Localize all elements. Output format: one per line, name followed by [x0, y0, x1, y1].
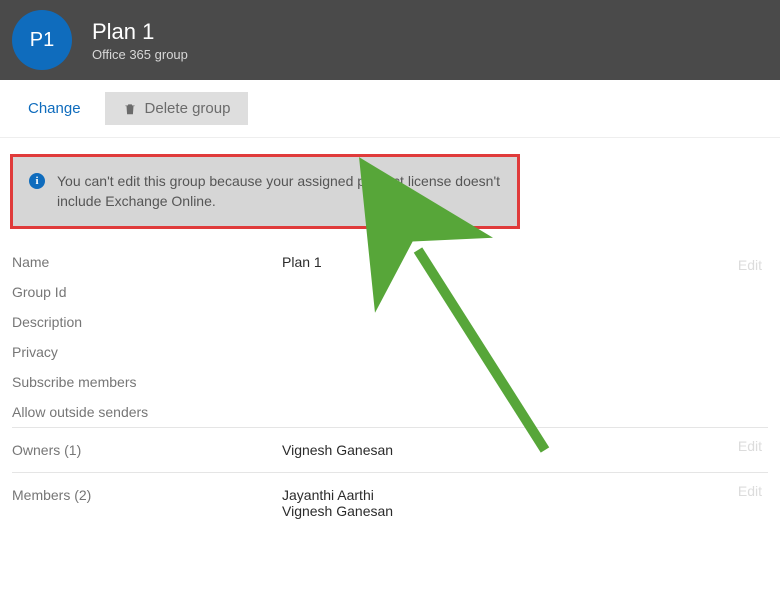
fields: Name Plan 1 Edit Group Id Description Pr… [10, 247, 770, 533]
field-label-name: Name [12, 254, 282, 270]
toolbar: Change Delete group [0, 80, 780, 138]
change-link[interactable]: Change [28, 100, 81, 117]
field-label-members: Members (2) [12, 487, 282, 503]
page-title: Plan 1 [92, 19, 188, 45]
member-2: Vignesh Ganesan [282, 503, 393, 519]
info-icon: i [29, 173, 45, 189]
group-avatar: P1 [12, 10, 72, 70]
field-owners: Owners (1) Vignesh Ganesan Edit [12, 427, 768, 472]
edit-link-owners[interactable]: Edit [738, 438, 762, 454]
trash-icon [123, 102, 137, 116]
edit-link-name[interactable]: Edit [738, 257, 762, 273]
edit-link-members[interactable]: Edit [738, 483, 762, 499]
field-subscribe: Subscribe members [12, 367, 768, 397]
field-name: Name Plan 1 Edit [12, 247, 768, 277]
field-label-owners: Owners (1) [12, 442, 282, 458]
avatar-initials: P1 [30, 29, 54, 52]
field-description: Description [12, 307, 768, 337]
info-alert: i You can't edit this group because your… [10, 154, 520, 229]
header: P1 Plan 1 Office 365 group [0, 0, 780, 80]
field-label-privacy: Privacy [12, 344, 282, 360]
member-1: Jayanthi Aarthi [282, 487, 393, 503]
field-outside: Allow outside senders [12, 397, 768, 427]
alert-message: You can't edit this group because your a… [57, 171, 501, 212]
field-label-group-id: Group Id [12, 284, 282, 300]
field-privacy: Privacy [12, 337, 768, 367]
field-label-outside: Allow outside senders [12, 404, 282, 420]
field-value-owners: Vignesh Ganesan [282, 442, 393, 458]
page-subtitle: Office 365 group [92, 47, 188, 62]
header-titles: Plan 1 Office 365 group [92, 19, 188, 62]
field-value-members: Jayanthi Aarthi Vignesh Ganesan [282, 487, 393, 519]
field-group-id: Group Id [12, 277, 768, 307]
field-value-name: Plan 1 [282, 254, 322, 270]
field-members: Members (2) Jayanthi Aarthi Vignesh Gane… [12, 472, 768, 533]
content: i You can't edit this group because your… [0, 138, 780, 533]
field-label-description: Description [12, 314, 282, 330]
delete-group-button[interactable]: Delete group [105, 92, 249, 125]
field-label-subscribe: Subscribe members [12, 374, 282, 390]
delete-group-label: Delete group [145, 100, 231, 117]
